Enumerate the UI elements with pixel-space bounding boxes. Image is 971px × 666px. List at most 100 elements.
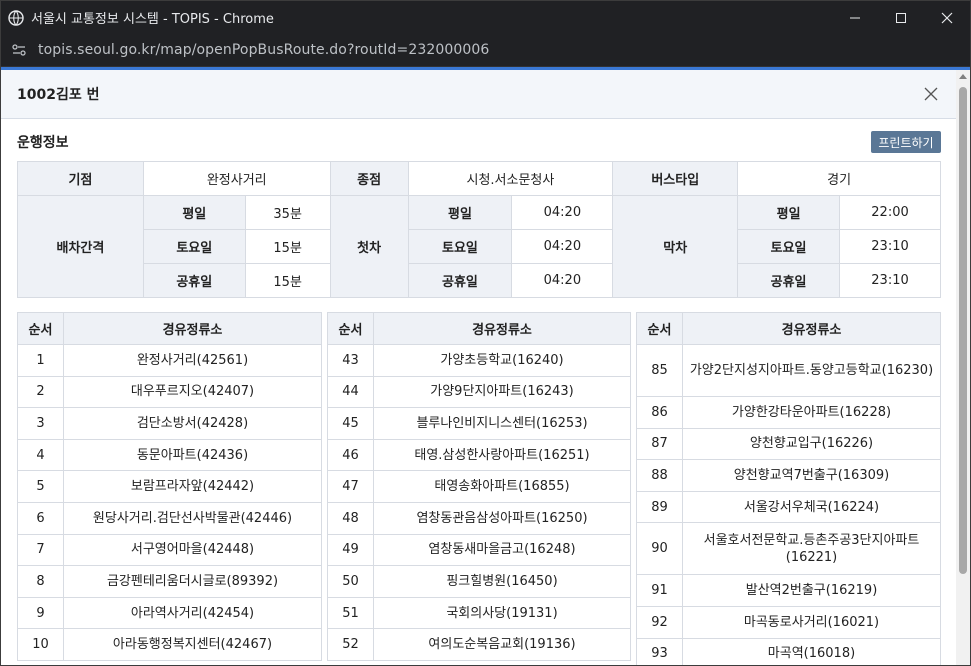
table-row[interactable]: 47 태영송화아파트(16855) [327, 470, 631, 503]
stop-name[interactable]: 마곡동로사거리(16021) [682, 605, 941, 639]
stop-name[interactable]: 가양초등학교(16240) [373, 344, 631, 377]
print-button[interactable]: 프린트하기 [871, 131, 941, 153]
table-row[interactable]: 87 양천향교입구(16226) [636, 427, 941, 461]
start-value: 완정사거리 [142, 161, 331, 196]
day-label: 공휴일 [407, 263, 513, 298]
stop-name[interactable]: 양천향교입구(16226) [682, 427, 941, 461]
stop-order: 52 [327, 628, 374, 661]
scrollbar-thumb[interactable] [959, 87, 967, 574]
col-header-no: 순서 [17, 312, 64, 345]
table-row[interactable]: 50 핑크힐병원(16450) [327, 565, 631, 598]
table-row[interactable]: 93 마곡역(16018) [636, 637, 941, 665]
table-row[interactable]: 49 염창동새마을금고(16248) [327, 533, 631, 567]
stop-order: 89 [636, 490, 683, 524]
stop-name[interactable]: 서구영어마을(42448) [63, 533, 322, 567]
stop-name[interactable]: 동문아파트(42436) [63, 438, 322, 472]
stop-name[interactable]: 태영.삼성한사랑아파트(16251) [373, 438, 631, 472]
stop-order: 47 [327, 470, 374, 503]
table-row[interactable]: 52 여의도순복음교회(19136) [327, 628, 631, 661]
stop-order: 46 [327, 438, 374, 472]
stop-name[interactable]: 대우푸르지오(42407) [63, 375, 322, 409]
stop-order: 7 [17, 533, 64, 567]
table-row[interactable]: 9 아라역사거리(42454) [17, 596, 322, 630]
stop-name[interactable]: 양천향교역7번출구(16309) [682, 459, 941, 492]
minimize-button[interactable] [832, 1, 878, 34]
stop-order: 92 [636, 605, 683, 639]
stop-name[interactable]: 가양2단지성지아파트.동양고등학교(16230) [682, 344, 941, 397]
table-row[interactable]: 10 아라동행정복지센터(42467) [17, 628, 322, 661]
stop-name[interactable]: 마곡역(16018) [682, 637, 941, 665]
first-bus-label: 첫차 [329, 195, 409, 298]
col-header-no: 순서 [636, 312, 683, 345]
first-bus-value: 04:20 [511, 263, 614, 298]
interval-value: 15분 [244, 263, 331, 298]
stop-order: 6 [17, 501, 64, 535]
stop-name[interactable]: 아라역사거리(42454) [63, 596, 322, 630]
table-row[interactable]: 46 태영.삼성한사랑아파트(16251) [327, 438, 631, 472]
table-row[interactable]: 8 금강펜테리움더시글로(89392) [17, 565, 322, 598]
table-row[interactable]: 92 마곡동로사거리(16021) [636, 605, 941, 639]
scroll-up-icon[interactable] [959, 74, 967, 79]
table-row[interactable]: 91 발산역2번출구(16219) [636, 574, 941, 607]
stop-name[interactable]: 핑크힐병원(16450) [373, 565, 631, 598]
table-row[interactable]: 88 양천향교역7번출구(16309) [636, 459, 941, 492]
title-bar: 서울시 교통정보 시스템 - TOPIS - Chrome [1, 1, 970, 34]
day-label: 평일 [407, 195, 513, 230]
scrollbar[interactable] [956, 70, 970, 665]
table-row[interactable]: 6 원당사거리.검단선사박물관(42446) [17, 501, 322, 535]
stop-name[interactable]: 국회의사당(19131) [373, 596, 631, 630]
table-row[interactable]: 85 가양2단지성지아파트.동양고등학교(16230) [636, 344, 941, 397]
stop-name[interactable]: 서울강서우체국(16224) [682, 490, 941, 524]
url-text[interactable]: topis.seoul.go.kr/map/openPopBusRoute.do… [38, 42, 489, 58]
stop-order: 45 [327, 407, 374, 440]
table-row[interactable]: 48 염창동관음삼성아파트(16250) [327, 501, 631, 535]
popup-content: 1002김포 번 운행정보 프린트하기 기점 완정사거리 종점 시청.서소문청사… [1, 70, 970, 665]
stop-order: 49 [327, 533, 374, 567]
maximize-button[interactable] [878, 1, 924, 34]
stop-order: 91 [636, 574, 683, 607]
last-bus-value: 23:10 [839, 263, 941, 298]
stop-name[interactable]: 여의도순복음교회(19136) [373, 628, 631, 661]
stop-name[interactable]: 서울호서전문학교.등촌주공3단지아파트(16221) [682, 522, 941, 576]
minimize-icon [850, 17, 860, 18]
stop-name[interactable]: 원당사거리.검단선사박물관(42446) [63, 501, 322, 535]
table-row[interactable]: 7 서구영어마을(42448) [17, 533, 322, 567]
table-row[interactable]: 5 보람프라자앞(42442) [17, 470, 322, 503]
table-row[interactable]: 3 검단소방서(42428) [17, 407, 322, 440]
table-row[interactable]: 4 동문아파트(42436) [17, 438, 322, 472]
stop-name[interactable]: 가양한강타운아파트(16228) [682, 396, 941, 429]
table-row[interactable]: 89 서울강서우체국(16224) [636, 490, 941, 524]
address-bar: topis.seoul.go.kr/map/openPopBusRoute.do… [1, 34, 970, 67]
table-row[interactable]: 43 가양초등학교(16240) [327, 344, 631, 377]
stop-name[interactable]: 염창동관음삼성아파트(16250) [373, 501, 631, 535]
col-header-name: 경유정류소 [682, 312, 941, 345]
table-row[interactable]: 90 서울호서전문학교.등촌주공3단지아파트(16221) [636, 522, 941, 576]
stop-name[interactable]: 태영송화아파트(16855) [373, 470, 631, 503]
interval-value: 15분 [244, 229, 331, 264]
table-row[interactable]: 2 대우푸르지오(42407) [17, 375, 322, 409]
stop-name[interactable]: 금강펜테리움더시글로(89392) [63, 565, 322, 598]
stop-name[interactable]: 아라동행정복지센터(42467) [63, 628, 322, 661]
bustype-label: 버스타입 [612, 161, 739, 196]
stops-table-2: 순서 경유정류소 43 가양초등학교(16240) 44 가양9단지아파트(16243… [327, 312, 631, 661]
stop-name[interactable]: 완정사거리(42561) [63, 344, 322, 377]
stop-name[interactable]: 검단소방서(42428) [63, 407, 322, 440]
stop-name[interactable]: 발산역2번출구(16219) [682, 574, 941, 607]
stop-order: 50 [327, 565, 374, 598]
table-row[interactable]: 45 블루나인비지니스센터(16253) [327, 407, 631, 440]
stop-name[interactable]: 블루나인비지니스센터(16253) [373, 407, 631, 440]
site-settings-icon[interactable] [11, 42, 27, 58]
table-row[interactable]: 44 가양9단지아파트(16243) [327, 375, 631, 409]
table-row[interactable]: 51 국회의사당(19131) [327, 596, 631, 630]
window-close-button[interactable] [924, 1, 970, 34]
table-row[interactable]: 1 완정사거리(42561) [17, 344, 322, 377]
close-icon[interactable] [923, 86, 939, 102]
stop-order: 90 [636, 522, 683, 576]
section-title: 운행정보 [17, 135, 69, 151]
table-row[interactable]: 86 가양한강타운아파트(16228) [636, 396, 941, 429]
stop-name[interactable]: 보람프라자앞(42442) [63, 470, 322, 503]
day-label: 평일 [142, 195, 246, 230]
stop-name[interactable]: 가양9단지아파트(16243) [373, 375, 631, 409]
stop-name[interactable]: 염창동새마을금고(16248) [373, 533, 631, 567]
stop-order: 44 [327, 375, 374, 409]
